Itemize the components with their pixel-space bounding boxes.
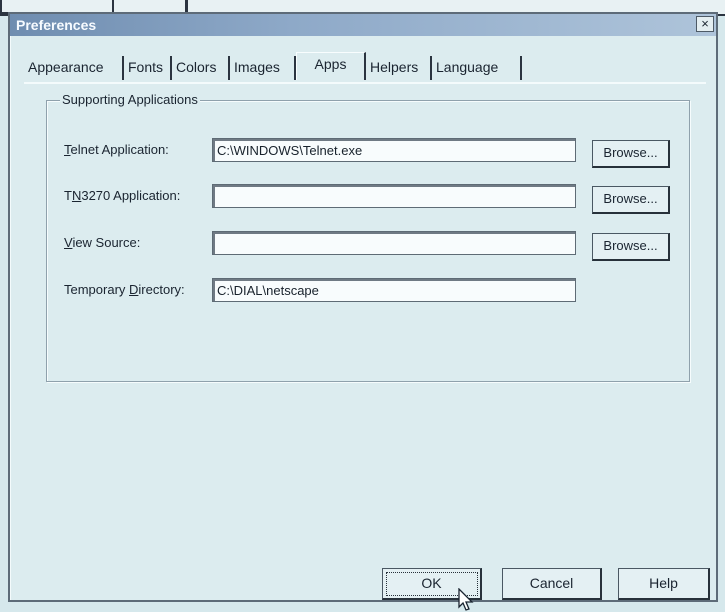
tn3270-browse-button[interactable]: Browse...	[592, 186, 670, 214]
label-text: irectory:	[138, 282, 185, 297]
tab-colors[interactable]: Colors	[172, 56, 230, 80]
label-accelerator: N	[71, 188, 82, 203]
label-text: 3270 Application:	[81, 188, 181, 203]
telnet-browse-button[interactable]: Browse...	[592, 140, 670, 168]
tab-images[interactable]: Images	[230, 56, 296, 80]
cancel-button[interactable]: Cancel	[502, 568, 602, 600]
view-source-label: View Source:	[64, 235, 140, 250]
close-button[interactable]: ×	[696, 16, 714, 32]
temporary-directory-label: Temporary Directory:	[64, 282, 185, 297]
tab-divider	[24, 82, 706, 84]
close-icon: ×	[701, 16, 709, 31]
label-text: elnet Application:	[70, 142, 169, 157]
telnet-application-label: Telnet Application:	[64, 142, 169, 157]
help-button[interactable]: Help	[618, 568, 710, 600]
group-title: Supporting Applications	[60, 92, 200, 107]
tab-language[interactable]: Language	[432, 56, 522, 80]
background-address-box	[185, 0, 725, 12]
tab-apps[interactable]: Apps	[296, 52, 366, 80]
window-title: Preferences	[16, 17, 97, 33]
tab-helpers[interactable]: Helpers	[366, 56, 432, 80]
arrow-cursor-icon	[458, 588, 474, 611]
preferences-dialog: Preferences × Appearance Fonts Colors Im…	[8, 12, 718, 611]
temporary-directory-field[interactable]	[212, 278, 576, 302]
tn3270-application-field[interactable]	[212, 184, 576, 208]
view-source-browse-button[interactable]: Browse...	[592, 233, 670, 261]
label-text: T	[64, 188, 72, 203]
title-bar[interactable]: Preferences ×	[10, 14, 716, 36]
label-accelerator: D	[129, 282, 139, 297]
tn3270-application-label: TN3270 Application:	[64, 188, 180, 203]
telnet-application-field[interactable]	[212, 138, 576, 162]
view-source-field[interactable]	[212, 231, 576, 255]
label-text: iew Source:	[72, 235, 141, 250]
tab-fonts[interactable]: Fonts	[124, 56, 172, 80]
label-text: Temporary	[64, 282, 130, 297]
tab-appearance[interactable]: Appearance	[24, 56, 124, 80]
